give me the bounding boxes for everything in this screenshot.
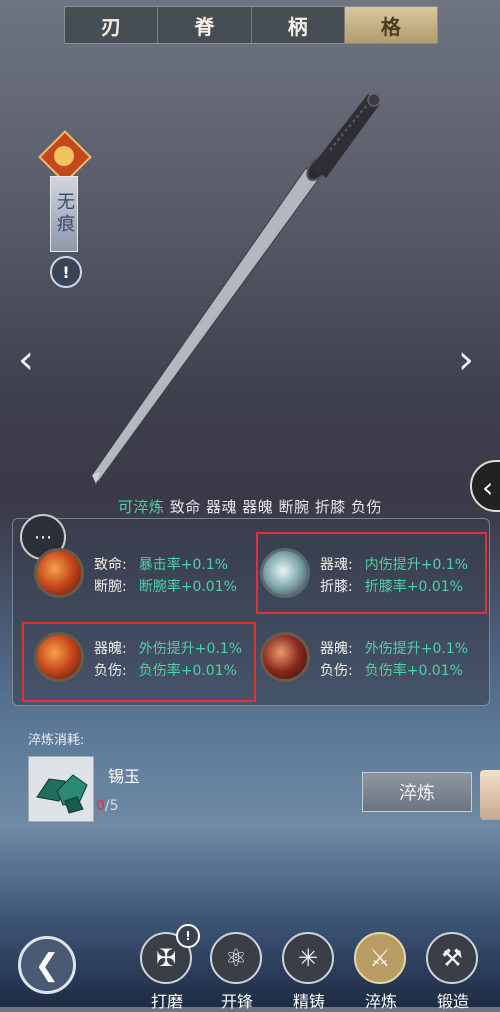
nav-grind[interactable]: ✠ ! 打磨 — [136, 924, 200, 1011]
sharpen-icon: ⚛ — [210, 932, 262, 984]
nav-cast[interactable]: ✳ 精铸 — [278, 928, 340, 1011]
stat-row: 负伤: 负伤率+0.01% — [320, 660, 463, 680]
refinable-attributes: 致命 器魂 器魄 断腕 折膝 负伤 — [169, 498, 383, 516]
flame-slot-icon — [260, 632, 310, 682]
next-arrow-icon[interactable]: › — [458, 340, 484, 380]
stat-row: 致命: 暴击率+0.1% — [94, 554, 228, 574]
jade-item[interactable] — [28, 756, 94, 822]
stat-value: 负伤率+0.01% — [364, 663, 463, 679]
stat-name: 致命: — [94, 557, 127, 573]
stat-name: 器魄: — [320, 641, 353, 657]
bottom-nav: ✠ ! 打磨 ⚛ 开锋 ✳ 精铸 ⚔ 淬炼 ⚒ 锻造 — [130, 924, 500, 1011]
nav-forge[interactable]: ⚒ 锻造 — [422, 928, 484, 1011]
highlight-box — [256, 532, 487, 614]
item-count: 0/5 — [96, 798, 119, 814]
stat-row: 断腕: 断腕率+0.01% — [94, 576, 237, 596]
item-name: 锡玉 — [108, 767, 141, 786]
nav-label: 开锋 — [220, 992, 253, 1011]
temper-icon: ⚔ — [354, 932, 406, 984]
stat-row: 器魄: 外伤提升+0.1% — [320, 638, 468, 658]
refinable-label: 可淬炼 — [117, 498, 165, 516]
cast-icon: ✳ — [282, 932, 334, 984]
refine-slot-4[interactable]: 器魄: 外伤提升+0.1% 负伤: 负伤率+0.01% — [250, 624, 486, 688]
lantern-decoration — [480, 770, 500, 820]
item-required: /5 — [104, 798, 119, 814]
stat-value: 暴击率+0.1% — [138, 557, 229, 573]
stat-name: 负伤: — [320, 663, 353, 679]
refine-slot-1[interactable]: 致命: 暴击率+0.1% 断腕: 断腕率+0.01% — [24, 540, 260, 604]
stat-value: 断腕率+0.01% — [138, 579, 237, 595]
sword-image — [91, 93, 381, 484]
back-button[interactable]: ❮ — [18, 936, 76, 994]
refinable-tags: 可淬炼 致命 器魂 器魄 断腕 折膝 负伤 — [0, 496, 500, 517]
stat-value: 外伤提升+0.1% — [364, 641, 469, 657]
fire-slot-icon — [34, 548, 84, 598]
refine-button[interactable]: 淬炼 — [362, 772, 472, 812]
nav-temper[interactable]: ⚔ 淬炼 — [350, 928, 412, 1011]
item-owned: 0 — [96, 798, 105, 814]
prev-arrow-icon[interactable]: ‹ — [18, 340, 44, 380]
nav-sharpen[interactable]: ⚛ 开锋 — [206, 928, 268, 1011]
stat-name: 断腕: — [94, 579, 127, 595]
nav-label: 打磨 — [150, 992, 183, 1011]
highlight-box — [22, 622, 256, 702]
nav-label: 精铸 — [292, 992, 325, 1011]
forge-icon: ⚒ — [426, 932, 478, 984]
exclamation-badge-icon: ! — [176, 924, 200, 948]
jade-icon — [36, 774, 88, 814]
nav-label: 淬炼 — [364, 992, 397, 1011]
cost-label: 淬炼消耗: — [28, 733, 85, 748]
nav-label: 锻造 — [436, 992, 469, 1011]
